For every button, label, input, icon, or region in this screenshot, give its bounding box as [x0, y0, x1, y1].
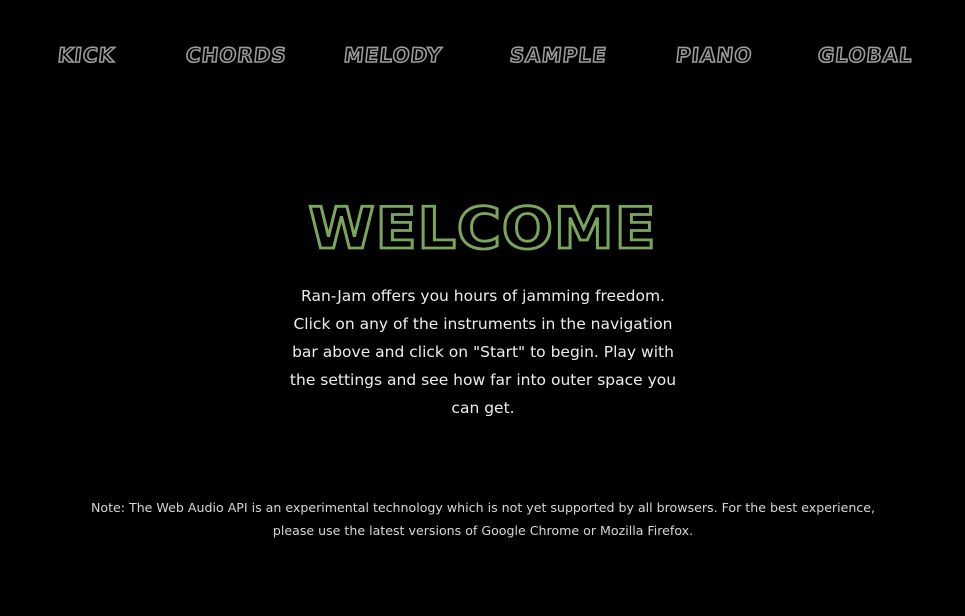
nav-item-global[interactable]: GLOBAL — [816, 38, 915, 72]
instrument-nav: KICK CHORDS MELODY SAMPLE PIANO GLOBAL — [0, 38, 965, 72]
nav-item-sample[interactable]: SAMPLE — [508, 38, 609, 72]
nav-item-kick[interactable]: KICK — [56, 38, 117, 72]
intro-text: Ran-Jam offers you hours of jamming free… — [289, 287, 677, 417]
browser-support-note: Note: The Web Audio API is an experiment… — [90, 500, 876, 538]
nav-item-piano[interactable]: PIANO — [674, 38, 754, 72]
welcome-title: WELCOME — [307, 195, 657, 264]
nav-item-chords[interactable]: CHORDS — [184, 38, 289, 72]
nav-item-melody[interactable]: MELODY — [342, 38, 444, 72]
